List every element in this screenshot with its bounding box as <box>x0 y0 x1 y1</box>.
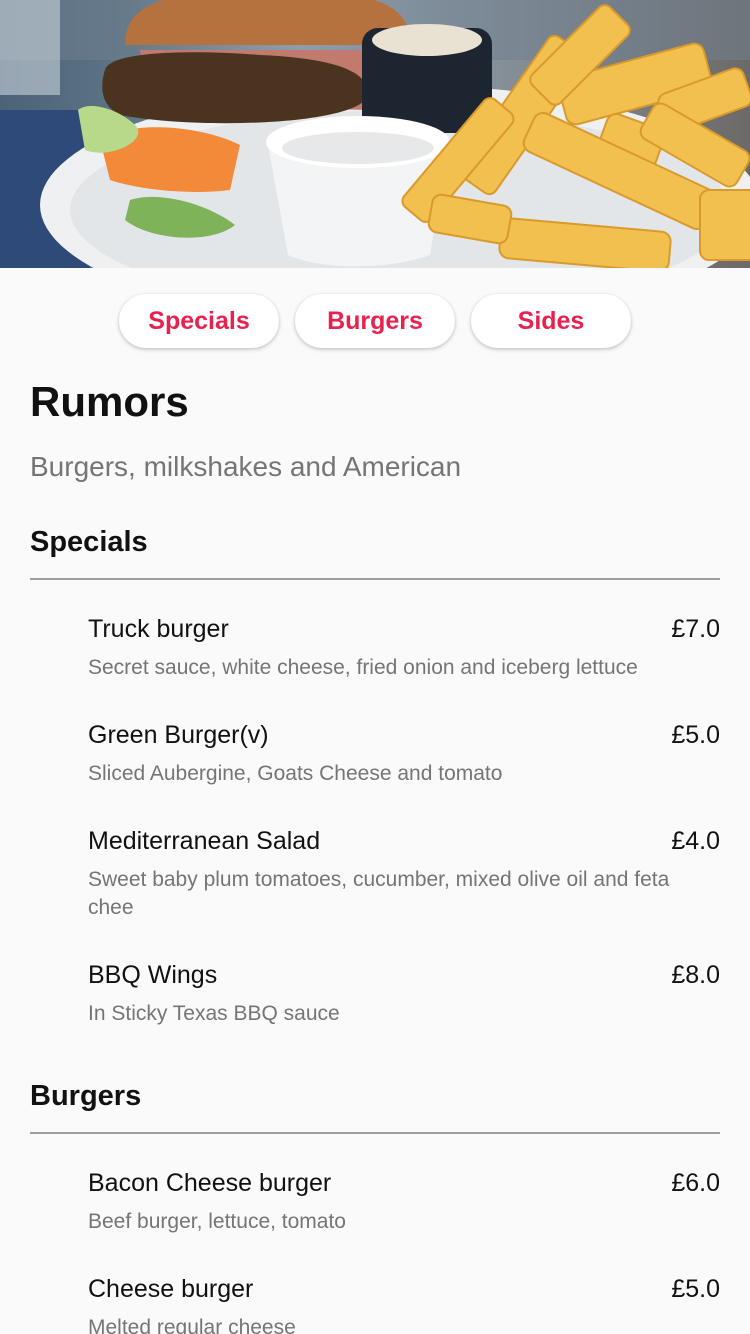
item-price: £8.0 <box>671 961 720 989</box>
item-price: £4.0 <box>671 827 720 855</box>
item-description: Sliced Aubergine, Goats Cheese and tomat… <box>88 762 503 785</box>
burger-and-fries-photo <box>0 0 750 268</box>
section-burgers: Burgers Bacon Cheese burger £6.0 Beef bu… <box>30 1076 720 1334</box>
tab-burgers[interactable]: Burgers <box>295 294 455 348</box>
item-price: £6.0 <box>671 1169 720 1197</box>
menu-item[interactable]: Green Burger(v) £5.0 Sliced Aubergine, G… <box>30 718 720 788</box>
menu-item[interactable]: BBQ Wings £8.0 In Sticky Texas BBQ sauce <box>30 958 720 1028</box>
item-description: Beef burger, lettuce, tomato <box>88 1210 346 1233</box>
restaurant-name: Rumors <box>30 378 189 425</box>
tab-sides[interactable]: Sides <box>471 294 631 348</box>
tab-specials[interactable]: Specials <box>119 294 279 348</box>
menu-item[interactable]: Bacon Cheese burger £6.0 Beef burger, le… <box>30 1166 720 1236</box>
item-name: Cheese burger <box>88 1275 254 1303</box>
item-description: Melted regular cheese <box>88 1316 296 1334</box>
section-divider <box>30 578 720 580</box>
item-name: Truck burger <box>88 615 229 643</box>
section-specials: Specials Truck burger £7.0 Secret sauce,… <box>30 522 720 1028</box>
menu-item[interactable]: Mediterranean Salad £4.0 Sweet baby plum… <box>30 824 720 922</box>
hero-image <box>0 0 750 268</box>
item-price: £5.0 <box>671 721 720 749</box>
item-price: £7.0 <box>671 615 720 643</box>
section-divider <box>30 1132 720 1134</box>
item-name: Mediterranean Salad <box>88 827 321 855</box>
menu-item[interactable]: Cheese burger £5.0 Melted regular cheese <box>30 1272 720 1334</box>
item-name: Green Burger(v) <box>88 721 269 749</box>
menu-content: Rumors Burgers, milkshakes and American … <box>0 376 750 1334</box>
section-title: Burgers <box>30 1080 142 1112</box>
item-price: £5.0 <box>671 1275 720 1303</box>
item-name: BBQ Wings <box>88 961 218 989</box>
item-description: Secret sauce, white cheese, fried onion … <box>88 656 638 679</box>
item-description: Sweet baby plum tomatoes, cucumber, mixe… <box>88 868 670 919</box>
category-tabs: Specials Burgers Sides <box>0 268 750 376</box>
restaurant-tagline: Burgers, milkshakes and American <box>30 451 462 482</box>
section-title: Specials <box>30 526 148 558</box>
item-description: In Sticky Texas BBQ sauce <box>88 1002 340 1025</box>
menu-item[interactable]: Truck burger £7.0 Secret sauce, white ch… <box>30 612 720 682</box>
item-name: Bacon Cheese burger <box>88 1169 332 1197</box>
